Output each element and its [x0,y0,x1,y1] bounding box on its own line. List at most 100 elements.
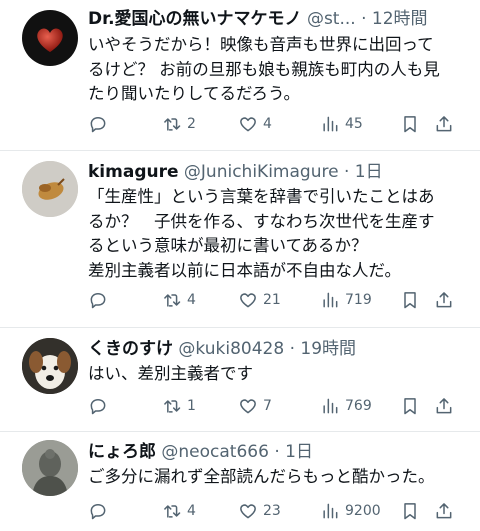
dot-separator: · [274,442,280,462]
share-icon [436,292,452,308]
tweet-text: いやそうだから！映像も音声も世界に出回って るけど？ お前の旦那も娘も親族も町内… [88,33,466,107]
tweet-card[interactable]: kimagure @JunichiKimagure · 1日 「生産性」という言… [0,151,480,328]
bookmark-icon [404,503,416,520]
display-name[interactable]: にょろ郎 [88,442,156,462]
tweet-text-line: はい、差別主義者です [88,364,253,383]
views-button[interactable]: 719 [320,288,372,312]
bookmark-icon [404,398,416,415]
heart-icon [240,399,256,414]
tweet-text: 「生産性」という言葉を辞書で引いたことはあ るか？ 子供を作る、すなわち次世代を… [88,185,466,283]
share-icon [436,503,452,519]
action-bar: 1 7 769 [88,394,462,418]
bookmark-button[interactable] [400,112,420,136]
reply-icon [90,399,106,415]
tweet-text-line: 「生産性」という言葉を辞書で引いたことはあ [88,187,435,206]
user-handle[interactable]: @JunichiKimagure [184,162,339,182]
reply-button[interactable] [88,288,113,312]
timestamp[interactable]: 12時間 [372,9,428,29]
bookmark-button[interactable] [400,394,420,418]
dot-separator: · [289,339,295,359]
retweet-count: 4 [187,503,196,519]
display-name[interactable]: くきのすけ [88,339,173,359]
views-button[interactable]: 769 [320,394,372,418]
views-button[interactable]: 45 [320,112,363,136]
tweet-card[interactable]: にょろ郎 @neocat666 · 1日 ご多分に漏れず全部読んだらもっと酷かっ… [0,432,480,531]
tweet-text-line: たり聞いたりしてるだろう。 [88,84,301,103]
tweet-text-line: 差別主義者以前に日本語が不自由な人だ。 [88,260,402,280]
fried-food-avatar[interactable] [22,161,78,217]
retweet-count: 1 [187,398,196,414]
retweet-icon [164,400,181,413]
share-button[interactable] [434,288,454,312]
retweet-icon [164,505,181,518]
heart-icon [240,293,256,308]
retweet-count: 4 [187,292,196,308]
display-name[interactable]: Dr.愛国心の無いナマケモノ [88,9,302,29]
retweet-button[interactable]: 4 [162,499,196,523]
tweet-text-line: るか？ 子供を作る、すなわち次世代を生産す [88,211,435,231]
red-heart-avatar[interactable] [22,10,78,66]
views-icon [323,292,338,308]
retweet-button[interactable]: 2 [162,112,196,136]
share-button[interactable] [434,499,454,523]
retweet-count: 2 [187,116,196,132]
view-count: 719 [345,292,372,308]
retweet-icon [164,294,181,307]
tweet-header: kimagure @JunichiKimagure · 1日 [88,161,472,183]
user-handle[interactable]: @kuki80428 [178,339,284,359]
bookmark-button[interactable] [400,288,420,312]
tweet-text-line: るという意味が最初に書いてあるか？ [88,236,368,255]
timestamp[interactable]: 19時間 [300,339,356,359]
reply-button[interactable] [88,112,113,136]
timestamp[interactable]: 1日 [355,162,383,182]
like-button[interactable]: 4 [238,112,272,136]
like-count: 23 [263,503,281,519]
tweet-card[interactable]: Dr.愛国心の無いナマケモノ @st... · 12時間 いやそうだから！映像も… [0,0,480,151]
share-icon [436,116,452,132]
dog-avatar[interactable] [22,338,78,394]
tweet-header: Dr.愛国心の無いナマケモノ @st... · 12時間 [88,8,472,30]
tweet-text-line: いやそうだから！映像も音声も世界に出回って [88,35,434,54]
share-button[interactable] [434,394,454,418]
like-button[interactable]: 23 [238,499,281,523]
action-bar: 4 23 9200 [88,499,462,523]
like-count: 4 [263,116,272,132]
action-bar: 4 21 719 [88,288,462,312]
like-count: 21 [263,292,281,308]
like-button[interactable]: 7 [238,394,272,418]
retweet-icon [164,118,181,131]
display-name[interactable]: kimagure [88,162,179,182]
retweet-button[interactable]: 4 [162,288,196,312]
tweet-card[interactable]: くきのすけ @kuki80428 · 19時間 はい、差別主義者です 1 7 7… [0,328,480,432]
reply-button[interactable] [88,499,113,523]
views-icon [323,503,338,519]
retweet-button[interactable]: 1 [162,394,196,418]
heart-icon [240,117,256,132]
user-handle[interactable]: @neocat666 [161,442,269,462]
action-bar: 2 4 45 [88,112,462,136]
tweet-text-line: ご多分に漏れず全部読んだらもっと酷かった。 [88,467,435,486]
share-button[interactable] [434,112,454,136]
bookmark-icon [404,292,416,309]
dot-separator: · [343,162,350,182]
tweet-text: ご多分に漏れず全部読んだらもっと酷かった。 [88,465,466,490]
share-icon [436,398,452,414]
tweet-text-line: るけど？ お前の旦那も娘も親族も町内の人も見 [88,59,440,79]
tweet-text: はい、差別主義者です [88,362,466,387]
tweet-header: くきのすけ @kuki80428 · 19時間 [88,338,472,360]
like-count: 7 [263,398,272,414]
timestamp[interactable]: 1日 [285,442,313,462]
like-button[interactable]: 21 [238,288,281,312]
user-handle[interactable]: @st... [307,9,356,29]
views-button[interactable]: 9200 [320,499,381,523]
tweet-header: にょろ郎 @neocat666 · 1日 [88,441,472,463]
views-icon [323,116,338,132]
reply-icon [90,504,106,520]
reply-icon [90,117,106,133]
view-count: 769 [345,398,372,414]
reply-button[interactable] [88,394,113,418]
views-icon [323,398,338,414]
bookmark-button[interactable] [400,499,420,523]
view-count: 45 [345,116,363,132]
buddha-statue-avatar[interactable] [22,440,78,496]
